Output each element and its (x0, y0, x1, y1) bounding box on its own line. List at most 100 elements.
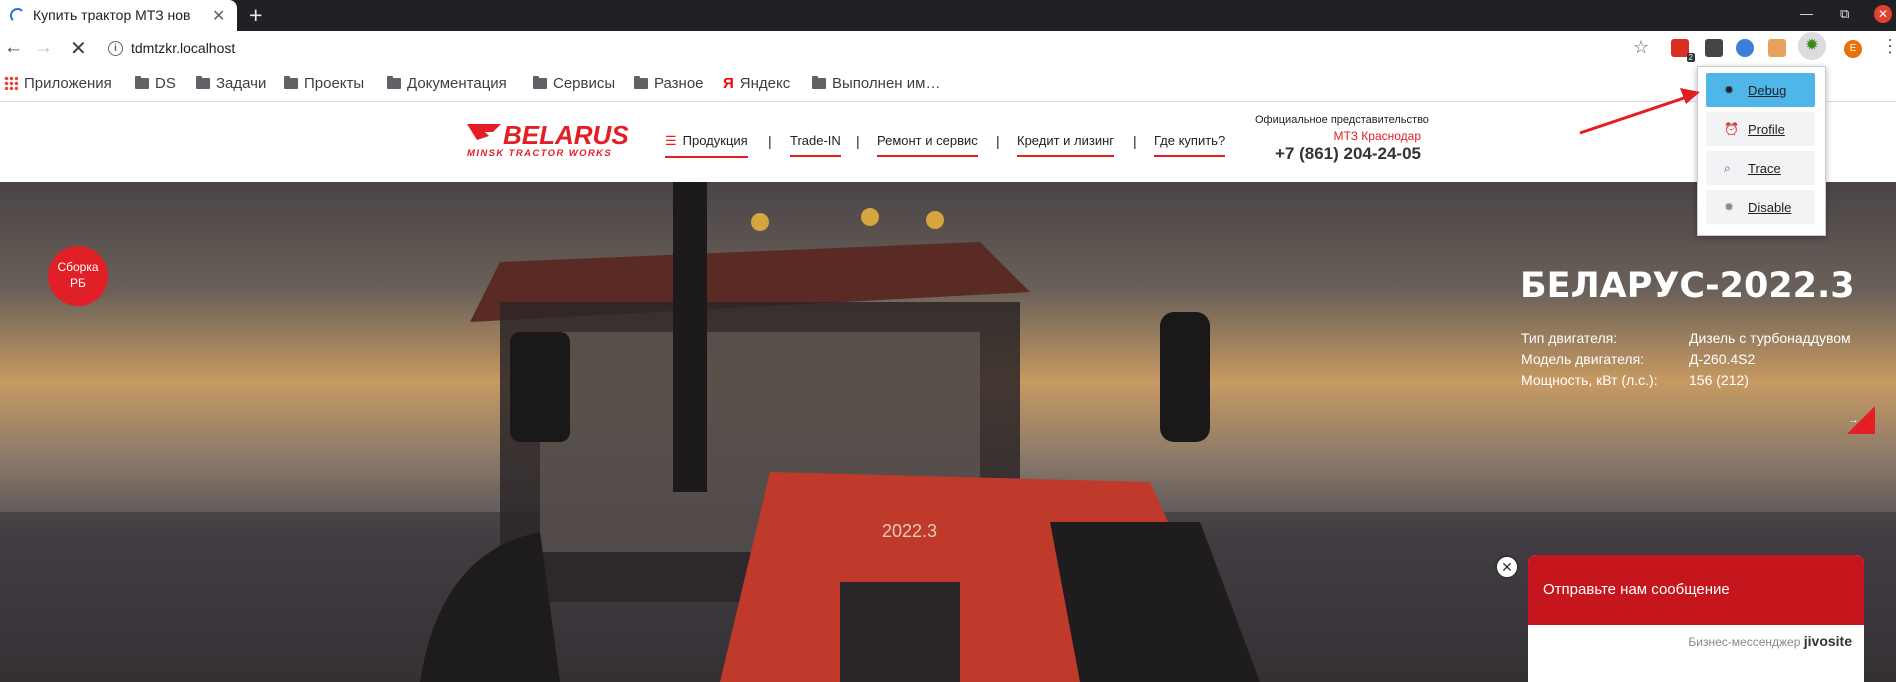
minimize-icon[interactable]: — (1800, 6, 1813, 21)
profile-option-label: Profile (1748, 122, 1785, 137)
maximize-icon[interactable]: ⧉ (1840, 6, 1849, 22)
chat-widget[interactable]: Отправьте нам сообщение Бизнес-мессендже… (1528, 555, 1864, 682)
clock-icon: ⏰ (1724, 122, 1739, 136)
bookmark-ds[interactable]: DS (135, 75, 176, 92)
new-tab-icon[interactable]: + (249, 2, 262, 29)
xdebug-helper-icon[interactable]: ✹ (1798, 32, 1826, 60)
folder-icon (135, 76, 149, 89)
nav-trade-in[interactable]: Trade-IN (790, 133, 841, 157)
bookmark-apps[interactable]: Приложения (4, 75, 112, 92)
chat-footer: Бизнес-мессенджер jivosite (1688, 633, 1852, 649)
spec-label: Мощность, кВт (л.с.): (1521, 372, 1658, 388)
tab-bar: Купить трактор МТЗ нов ✕ + — ⧉ ✕ (0, 0, 1896, 31)
browser-toolbar: ← → ✕ i tdmtzkr.localhost ☆ 2 ✹ E ⋮ (0, 31, 1896, 69)
nav-where-to-buy[interactable]: Где купить? (1154, 133, 1226, 157)
search-doc-icon: ⌕ (1724, 161, 1731, 175)
spec-label: Тип двигателя: (1521, 330, 1618, 346)
apps-grid-icon (4, 76, 18, 90)
folder-icon (284, 76, 298, 89)
bookmark-tasks[interactable]: Задачи (196, 75, 266, 92)
extension-icon[interactable]: 2 (1671, 39, 1695, 62)
bug-disabled-icon: ✹ (1724, 200, 1735, 214)
folder-icon (196, 76, 210, 89)
bookmark-done[interactable]: Выполнен им… (812, 75, 940, 92)
bookmark-label: Проекты (304, 75, 365, 92)
bookmark-label: DS (155, 75, 176, 92)
nav-products[interactable]: ☰ Продукция (665, 133, 748, 158)
bookmark-label: Сервисы (553, 75, 616, 92)
bookmark-docs[interactable]: Документация (387, 75, 507, 92)
site-info-icon[interactable]: i (108, 41, 123, 56)
bookmark-label: Задачи (216, 75, 267, 92)
nav-divider: | (996, 133, 1000, 149)
bookmark-label: Выполнен им… (832, 75, 941, 92)
xdebug-popup: ✹ Debug ⏰ Profile ⌕ Trace ✹ Disable (1697, 66, 1826, 236)
bookmark-label: Приложения (24, 75, 112, 92)
bookmark-projects[interactable]: Проекты (284, 75, 364, 92)
extension-icon-2[interactable] (1768, 39, 1786, 57)
extension-badge: 2 (1686, 53, 1695, 62)
browser-menu-icon[interactable]: ⋮ (1881, 36, 1896, 57)
chat-message: Отправьте нам сообщение (1543, 581, 1730, 598)
disable-option[interactable]: ✹ Disable (1706, 190, 1815, 224)
selenium-extension-icon[interactable] (1705, 39, 1723, 57)
forward-icon[interactable]: → (34, 37, 53, 59)
bookmark-services[interactable]: Сервисы (533, 75, 615, 92)
bookmark-label: Документация (407, 75, 507, 92)
globe-extension-icon[interactable] (1736, 39, 1754, 57)
disable-option-label: Disable (1748, 200, 1792, 215)
spec-value: Д-260.4S2 (1689, 351, 1756, 367)
bookmarks-bar: Приложения DS Задачи Проекты Документаци… (0, 69, 1896, 102)
profile-avatar[interactable]: E (1844, 40, 1862, 58)
chat-header[interactable]: Отправьте нам сообщение (1528, 555, 1864, 625)
tab-title: Купить трактор МТЗ нов (33, 7, 191, 23)
tractor-model-title: БЕЛАРУС-2022.3 (1520, 266, 1855, 306)
nav-label: Продукция (682, 133, 748, 148)
nav-divider: | (768, 133, 772, 149)
bookmark-label: Разное (654, 75, 704, 92)
profile-option[interactable]: ⏰ Profile (1706, 112, 1815, 146)
nav-repair[interactable]: Ремонт и сервис (877, 133, 978, 157)
representative-label: Официальное представительство (1255, 114, 1429, 126)
assembly-badge-text: Сборка РБ (57, 260, 99, 290)
bookmark-misc[interactable]: Разное (634, 75, 704, 92)
belarus-logo[interactable]: BELARUS MINSK TRACTOR WORKS (463, 118, 633, 160)
close-window-icon[interactable]: ✕ (1874, 5, 1892, 23)
logo-subtext: MINSK TRACTOR WORKS (467, 148, 612, 159)
stop-loading-icon[interactable]: ✕ (70, 36, 87, 61)
browser-tab[interactable]: Купить трактор МТЗ нов ✕ (0, 0, 237, 31)
debug-option-label: Debug (1748, 83, 1787, 98)
yandex-icon: Я (723, 75, 734, 92)
spec-value: 156 (212) (1689, 372, 1749, 388)
logo-text: BELARUS (503, 120, 629, 150)
folder-icon (634, 76, 648, 89)
address-bar[interactable]: tdmtzkr.localhost (131, 40, 235, 56)
chat-close-icon[interactable]: ✕ (1495, 555, 1519, 579)
trace-option-label: Trace (1748, 161, 1781, 176)
folder-icon (387, 76, 401, 89)
site-header: BELARUS MINSK TRACTOR WORKS ☰ Продукция |… (0, 102, 1896, 182)
assembly-badge: Сборка РБ (48, 246, 108, 306)
debug-option[interactable]: ✹ Debug (1706, 73, 1815, 107)
nav-divider: | (1133, 133, 1137, 149)
jivosite-logo[interactable]: jivosite (1804, 633, 1852, 649)
phone-number[interactable]: +7 (861) 204-24-05 (1230, 144, 1421, 164)
bookmark-label: Яндекс (739, 75, 791, 92)
spec-value: Дизель с турбонаддувом (1689, 330, 1851, 346)
representative-city[interactable]: МТЗ Краснодар (1255, 129, 1422, 143)
folder-icon (812, 76, 826, 89)
back-icon[interactable]: ← (4, 37, 23, 59)
bookmark-star-icon[interactable]: ☆ (1633, 37, 1649, 58)
menu-icon: ☰ (665, 133, 677, 148)
loading-spinner-icon (10, 8, 25, 23)
chat-footer-text: Бизнес-мессенджер (1688, 635, 1801, 649)
trace-option[interactable]: ⌕ Trace (1706, 151, 1815, 185)
bug-icon: ✹ (1724, 83, 1735, 97)
tab-close-icon[interactable]: ✕ (212, 6, 225, 26)
nav-divider: | (856, 133, 860, 149)
nav-credit[interactable]: Кредит и лизинг (1017, 133, 1115, 157)
spec-label: Модель двигателя: (1521, 351, 1645, 367)
bookmark-yandex[interactable]: Я Яндекс (723, 75, 790, 92)
folder-icon (533, 76, 547, 89)
arrow-right-icon: → (1848, 414, 1859, 426)
